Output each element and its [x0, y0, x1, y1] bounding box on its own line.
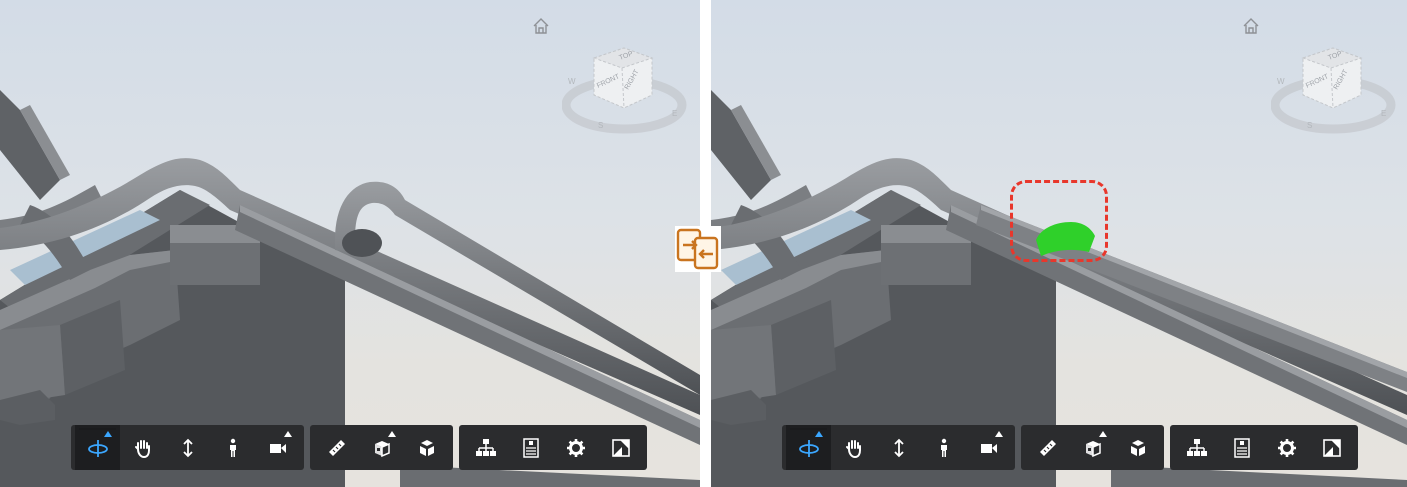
- camera-button[interactable]: [966, 425, 1011, 470]
- pan-button[interactable]: [120, 425, 165, 470]
- first-person-button[interactable]: [210, 425, 255, 470]
- settings-button[interactable]: [1264, 425, 1309, 470]
- compass-s-label: S: [1307, 121, 1312, 130]
- flyout-indicator: [104, 431, 112, 437]
- orbit-button[interactable]: [75, 425, 120, 470]
- orbit-icon: [798, 439, 819, 457]
- compass-e-label: E: [672, 109, 677, 118]
- properties-icon: [522, 437, 539, 458]
- flyout-indicator: [388, 431, 396, 437]
- view-cube[interactable]: TOP FRONT RIGHT W S E: [1270, 40, 1401, 140]
- video-camera-icon: [980, 443, 997, 453]
- section-button[interactable]: [1070, 425, 1115, 470]
- properties-button[interactable]: [1219, 425, 1264, 470]
- properties-button[interactable]: [508, 425, 553, 470]
- fullscreen-icon: [1322, 438, 1341, 457]
- model-browser-button[interactable]: [1174, 425, 1219, 470]
- gear-icon: [1277, 438, 1296, 457]
- zoom-button[interactable]: [165, 425, 210, 470]
- hand-icon: [845, 439, 861, 458]
- section-box-icon: [374, 440, 390, 457]
- hand-icon: [134, 439, 150, 458]
- pan-button[interactable]: [831, 425, 876, 470]
- ruler-icon: [1039, 439, 1056, 456]
- orbit-button[interactable]: [786, 425, 831, 470]
- left-toolbar: [71, 425, 647, 470]
- analysis-tools-group: [1021, 425, 1164, 470]
- measure-button[interactable]: [314, 425, 359, 470]
- compass-s-label: S: [598, 121, 603, 130]
- video-camera-icon: [269, 443, 286, 453]
- zoom-button[interactable]: [876, 425, 921, 470]
- gear-icon: [566, 438, 585, 457]
- section-box-icon: [1085, 440, 1101, 457]
- flyout-indicator: [284, 431, 292, 437]
- right-toolbar: [782, 425, 1358, 470]
- navigation-tools-group: [782, 425, 1015, 470]
- hierarchy-icon: [475, 438, 496, 456]
- updown-arrow-icon: [182, 438, 193, 457]
- first-person-button[interactable]: [921, 425, 966, 470]
- camera-button[interactable]: [255, 425, 300, 470]
- hierarchy-icon: [1186, 438, 1207, 456]
- compass-w-label: W: [1277, 77, 1285, 86]
- explode-cube-icon: [1130, 439, 1145, 456]
- ruler-icon: [328, 439, 345, 456]
- change-highlight-box: [1010, 180, 1108, 262]
- compass-e-label: E: [1381, 109, 1386, 118]
- flyout-indicator: [995, 431, 1003, 437]
- fullscreen-icon: [611, 438, 630, 457]
- explode-button[interactable]: [1115, 425, 1160, 470]
- person-icon: [229, 438, 236, 457]
- flyout-indicator: [815, 431, 823, 437]
- view-cube[interactable]: TOP FRONT RIGHT W S E: [561, 40, 692, 140]
- section-button[interactable]: [359, 425, 404, 470]
- settings-button[interactable]: [553, 425, 598, 470]
- panel-tools-group: [1170, 425, 1358, 470]
- updown-arrow-icon: [893, 438, 904, 457]
- panel-tools-group: [459, 425, 647, 470]
- fullscreen-button[interactable]: [1309, 425, 1354, 470]
- fullscreen-button[interactable]: [598, 425, 643, 470]
- navigation-tools-group: [71, 425, 304, 470]
- orbit-icon: [87, 439, 108, 457]
- home-icon[interactable]: [1241, 16, 1261, 36]
- analysis-tools-group: [310, 425, 453, 470]
- person-icon: [940, 438, 947, 457]
- home-icon[interactable]: [531, 16, 551, 36]
- model-browser-button[interactable]: [463, 425, 508, 470]
- left-3d-viewport[interactable]: TOP FRONT RIGHT W S E: [0, 0, 700, 487]
- explode-cube-icon: [419, 439, 434, 456]
- compass-w-label: W: [568, 77, 576, 86]
- compare-versions-icon[interactable]: [675, 226, 721, 272]
- measure-button[interactable]: [1025, 425, 1070, 470]
- explode-button[interactable]: [404, 425, 449, 470]
- properties-icon: [1233, 437, 1250, 458]
- flyout-indicator: [1099, 431, 1107, 437]
